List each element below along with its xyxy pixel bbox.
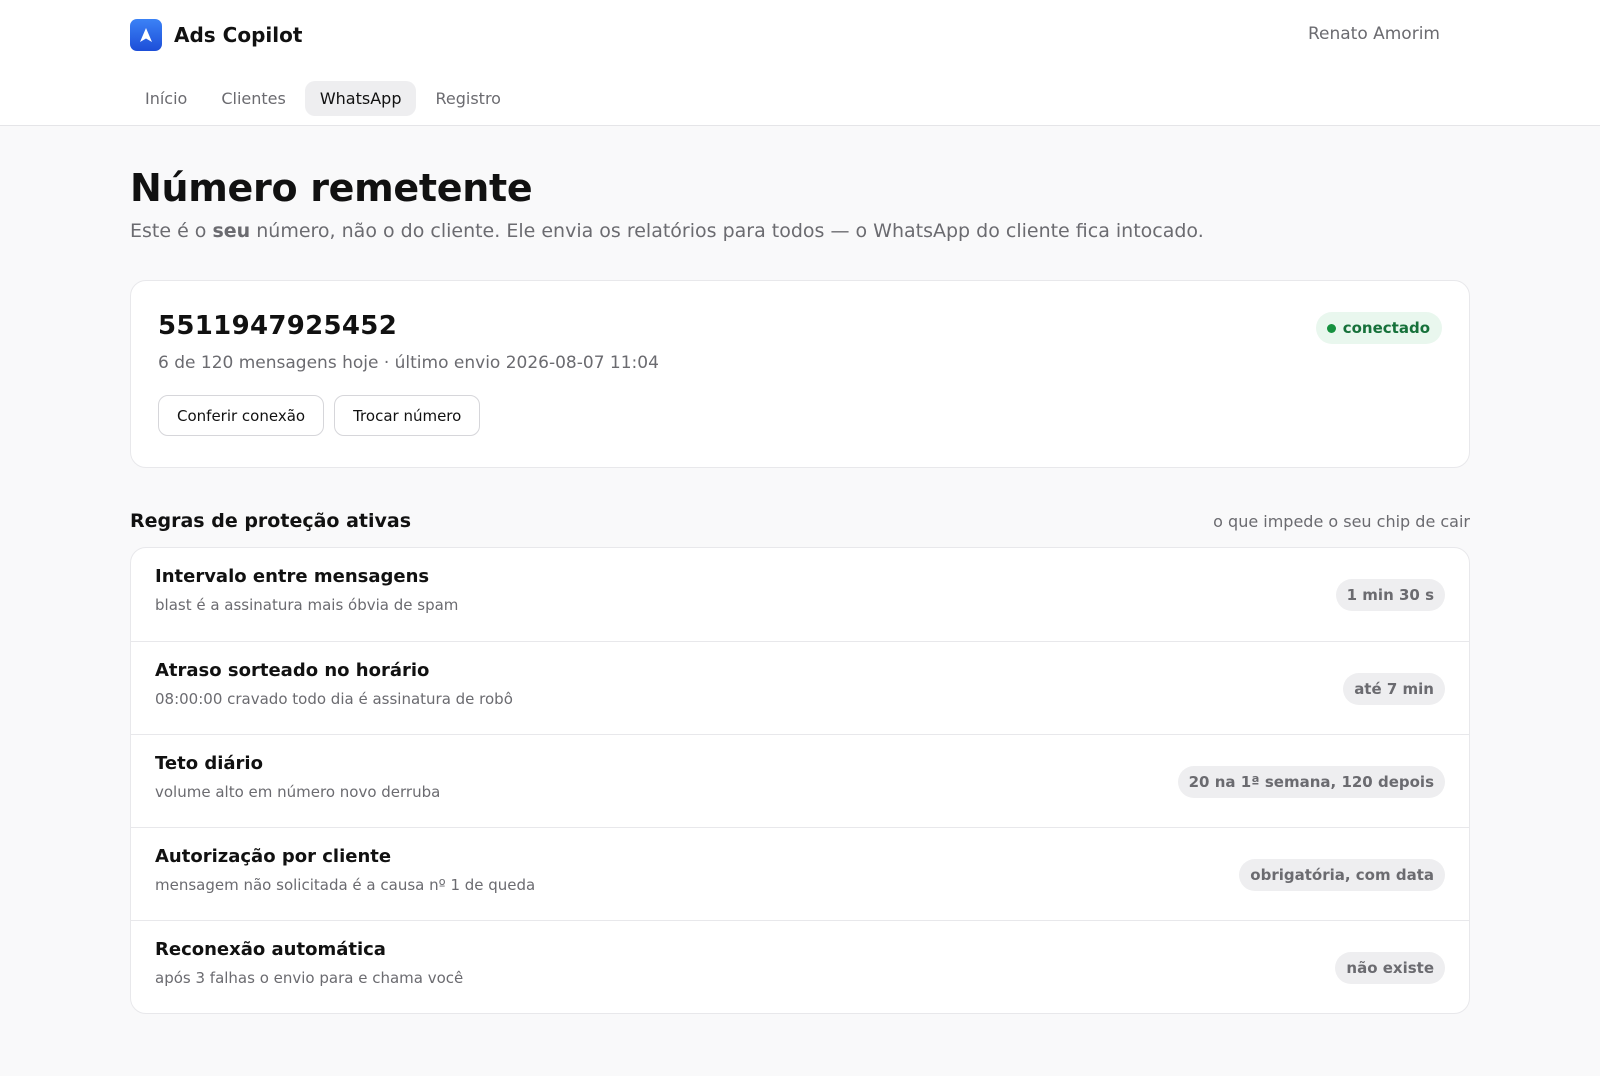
rule-name: Atraso sorteado no horário — [155, 660, 430, 681]
user-name[interactable]: Renato Amorim — [1308, 24, 1440, 44]
sender-usage: 6 de 120 mensagens hoje · último envio 2… — [158, 353, 659, 373]
rule-value-badge: obrigatória, com data — [1239, 859, 1445, 891]
navigation-arrow-icon — [130, 19, 162, 51]
rule-value-badge: não existe — [1335, 952, 1445, 984]
rule-name: Reconexão automática — [155, 939, 386, 960]
rules-title: Regras de proteção ativas — [130, 510, 412, 532]
rules-hint: o que impede o seu chip de cair — [1213, 512, 1470, 531]
rule-client-authorization: Autorização por cliente mensagem não sol… — [131, 827, 1469, 920]
subtitle-end: número, não o do cliente. Ele envia os r… — [250, 220, 1204, 242]
top-header: Ads Copilot Renato Amorim Início Cliente… — [0, 0, 1600, 126]
nav-tabs: Início Clientes WhatsApp Registro — [130, 81, 516, 116]
page-title: Número remetente — [130, 166, 533, 210]
subtitle-emphasis: seu — [212, 220, 251, 242]
rule-daily-cap: Teto diário volume alto em número novo d… — [131, 734, 1469, 827]
status-badge: conectado — [1315, 312, 1442, 344]
subtitle-start: Este é o — [130, 220, 213, 242]
tab-whatsapp[interactable]: WhatsApp — [304, 81, 417, 116]
rules-header: Regras de proteção ativas o que impede o… — [130, 510, 1470, 532]
sender-number: 5511947925452 — [158, 311, 398, 341]
page-subtitle: Este é o seu número, não o do cliente. E… — [130, 220, 1470, 242]
sender-card: 5511947925452 6 de 120 mensagens hoje · … — [130, 280, 1470, 468]
tab-registro[interactable]: Registro — [420, 81, 515, 116]
sender-actions: Conferir conexão Trocar número — [158, 395, 1442, 436]
rule-description: blast é a assinatura mais óbvia de spam — [155, 596, 459, 614]
rule-value-badge: até 7 min — [1343, 673, 1445, 705]
brand[interactable]: Ads Copilot — [130, 19, 302, 51]
rule-auto-reconnect: Reconexão automática após 3 falhas o env… — [131, 920, 1469, 1013]
rule-value-badge: 20 na 1ª semana, 120 depois — [1177, 766, 1445, 798]
tab-inicio[interactable]: Início — [130, 81, 202, 116]
rule-description: após 3 falhas o envio para e chama você — [155, 969, 464, 987]
rule-random-delay: Atraso sorteado no horário 08:00:00 crav… — [131, 641, 1469, 734]
rule-name: Intervalo entre mensagens — [155, 566, 430, 587]
rule-value-badge: 1 min 30 s — [1335, 579, 1445, 611]
check-connection-button[interactable]: Conferir conexão — [158, 395, 325, 436]
rule-interval: Intervalo entre mensagens blast é a assi… — [131, 548, 1469, 641]
change-number-button[interactable]: Trocar número — [334, 395, 481, 436]
tab-clientes[interactable]: Clientes — [206, 81, 301, 116]
status-label: conectado — [1342, 319, 1430, 337]
rules-list: Intervalo entre mensagens blast é a assi… — [130, 547, 1470, 1014]
rule-description: 08:00:00 cravado todo dia é assinatura d… — [155, 690, 513, 708]
main-content: Número remetente Este é o seu número, nã… — [130, 126, 1470, 1014]
app-name: Ads Copilot — [174, 23, 303, 47]
status-dot-icon — [1326, 323, 1336, 333]
